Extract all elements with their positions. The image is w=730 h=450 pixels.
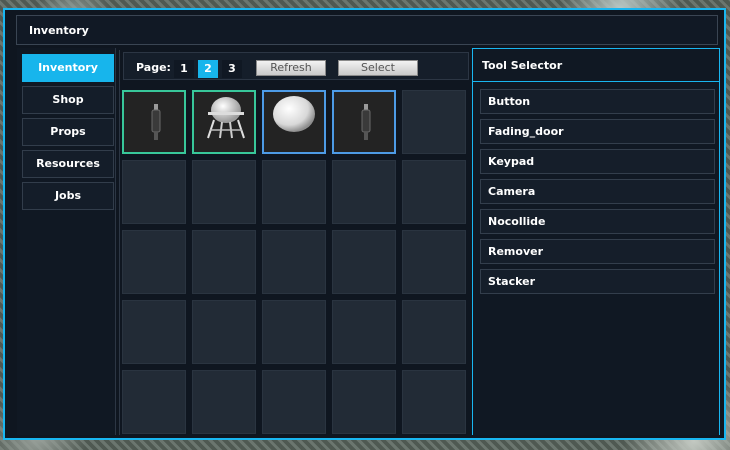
tool-selector-header: Tool Selector [473,49,719,82]
inventory-slot-empty[interactable] [402,90,466,154]
inventory-slot-empty[interactable] [192,300,256,364]
inventory-slot-empty[interactable] [192,160,256,224]
window-title: Inventory [29,24,89,37]
tool-item-keypad[interactable]: Keypad [480,149,715,174]
inventory-slot-empty[interactable] [332,300,396,364]
inventory-slot-item[interactable] [262,90,326,154]
tool-item-fading-door[interactable]: Fading_door [480,119,715,144]
page-button-1[interactable]: 1 [174,60,194,78]
inventory-slot-empty[interactable] [192,370,256,434]
inventory-slot-empty[interactable] [332,370,396,434]
sidebar-item-jobs[interactable]: Jobs [22,182,114,210]
sidebar-item-shop[interactable]: Shop [22,86,114,114]
inventory-slot-item[interactable] [122,90,186,154]
page-button-2[interactable]: 2 [198,60,218,78]
tool-item-remover[interactable]: Remover [480,239,715,264]
inventory-slot-empty[interactable] [332,160,396,224]
sidebar-item-resources[interactable]: Resources [22,150,114,178]
tool-item-button[interactable]: Button [480,89,715,114]
refresh-button[interactable]: Refresh [256,60,326,76]
sidebar-item-props[interactable]: Props [22,118,114,146]
inventory-slot-empty[interactable] [262,160,326,224]
inventory-window: Inventory Inventory Shop Props Resources… [3,8,726,440]
tool-item-camera[interactable]: Camera [480,179,715,204]
inventory-slot-empty[interactable] [122,230,186,294]
tool-item-nocollide[interactable]: Nocollide [480,209,715,234]
inventory-slot-item[interactable] [192,90,256,154]
inventory-panel: Page: 1 2 3 Refresh Select [119,50,469,435]
inventory-slot-empty[interactable] [402,230,466,294]
page-toolbar: Page: 1 2 3 Refresh Select [123,52,469,80]
inventory-slot-empty[interactable] [122,300,186,364]
inventory-slot-empty[interactable] [402,370,466,434]
page-label: Page: [136,61,171,74]
inventory-slot-item[interactable] [332,90,396,154]
title-bar[interactable]: Inventory [16,15,718,45]
inventory-slot-empty[interactable] [122,160,186,224]
tool-item-stacker[interactable]: Stacker [480,269,715,294]
inventory-slot-empty[interactable] [402,300,466,364]
inventory-slot-empty[interactable] [332,230,396,294]
tool-selector-panel: Tool Selector Button Fading_door Keypad … [472,48,720,435]
page-button-3[interactable]: 3 [222,60,242,78]
inventory-slot-empty[interactable] [192,230,256,294]
inventory-slot-empty[interactable] [262,230,326,294]
inventory-slot-empty[interactable] [262,300,326,364]
sidebar-item-inventory[interactable]: Inventory [22,54,114,82]
inventory-slot-empty[interactable] [122,370,186,434]
tool-selector-title: Tool Selector [482,59,563,72]
select-button[interactable]: Select [338,60,418,76]
inventory-slot-empty[interactable] [262,370,326,434]
sidebar: Inventory Shop Props Resources Jobs [17,48,116,435]
inventory-slot-empty[interactable] [402,160,466,224]
